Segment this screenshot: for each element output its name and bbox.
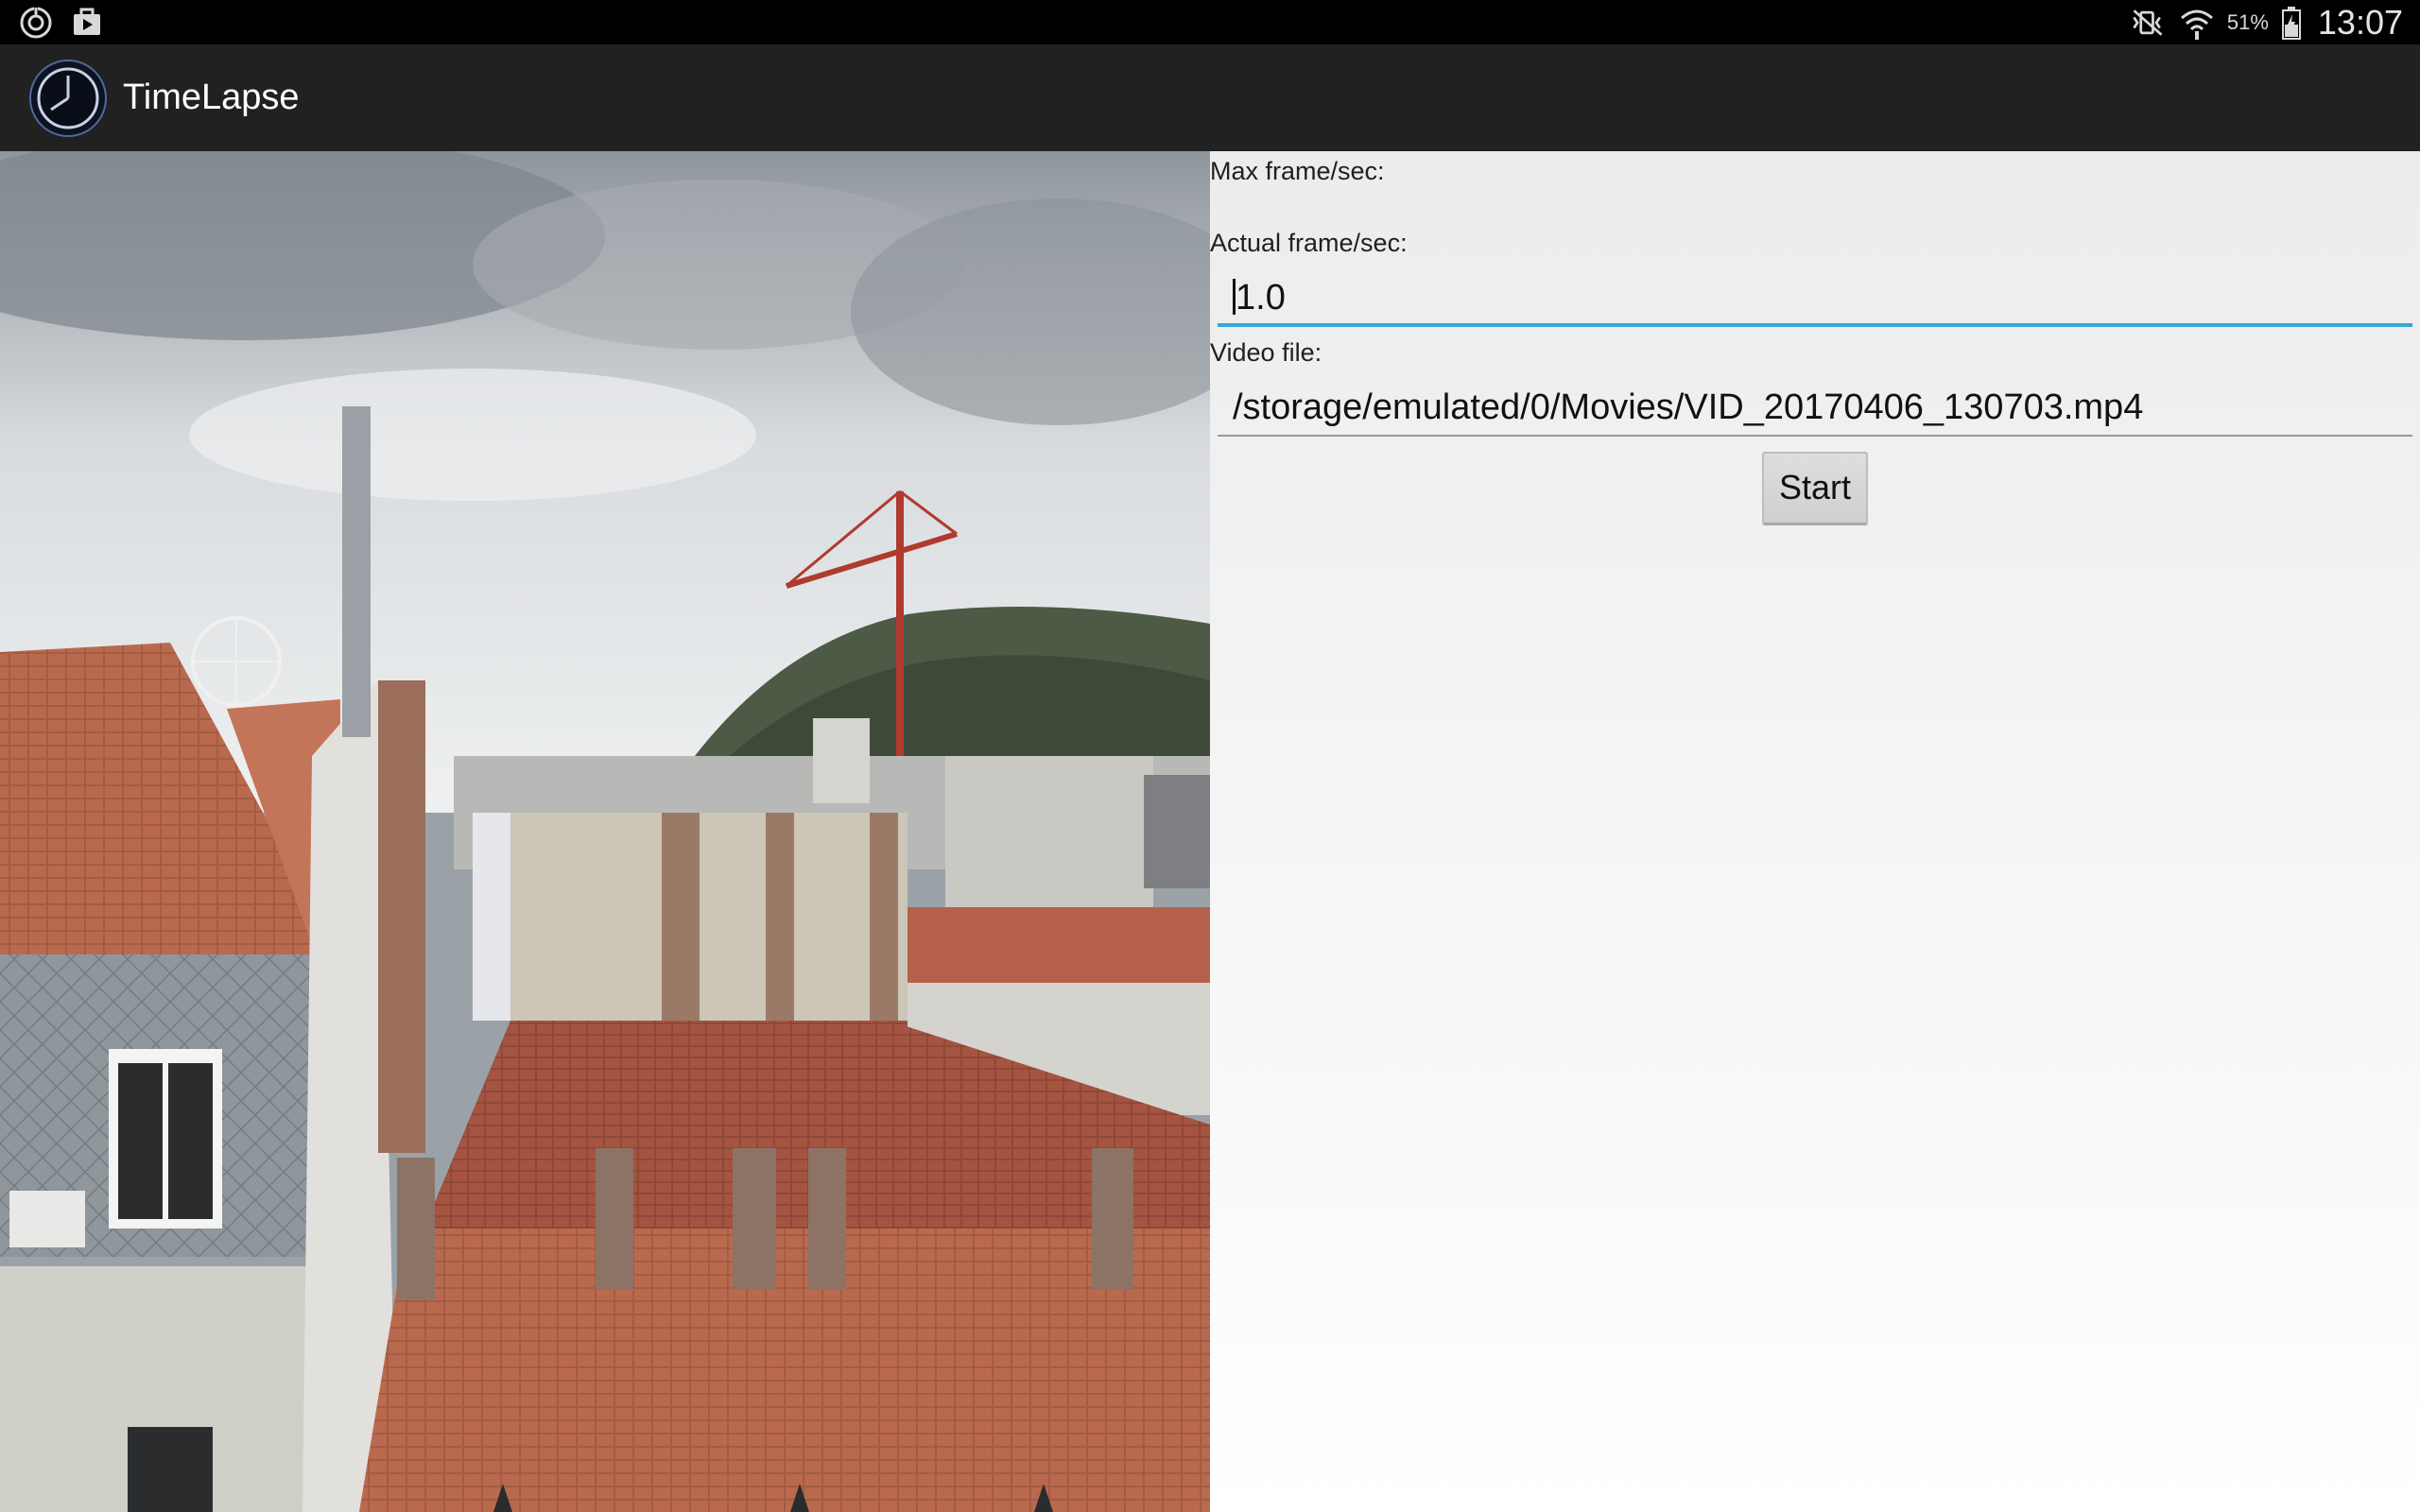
max-fps-label: Max frame/sec: [1210,157,1385,185]
status-right-icons: 51% 13:07 [2129,0,2403,44]
status-left-icons [17,4,106,42]
battery-icon [2280,4,2303,42]
main-content: Max frame/sec: Actual frame/sec: 1.0 Vid… [0,151,2420,1512]
settings-form: Max frame/sec: Actual frame/sec: 1.0 Vid… [1210,151,2420,1512]
video-file-label: Video file: [1210,338,1322,367]
video-file-value: /storage/emulated/0/Movies/VID_20170406_… [1233,387,2144,427]
camera-preview-image [0,151,1210,1512]
video-file-input[interactable]: /storage/emulated/0/Movies/VID_20170406_… [1218,378,2412,437]
timelapse-clock-icon[interactable] [28,59,108,138]
status-bar: 51% 13:07 [0,0,2420,44]
battery-percent: 51% [2226,9,2269,34]
sync-icon [17,4,55,42]
start-button[interactable]: Start [1762,452,1868,525]
wifi-icon [2178,4,2216,42]
action-bar: TimeLapse [0,44,2420,151]
actual-fps-input[interactable]: 1.0 [1218,268,2412,327]
actual-fps-label: Actual frame/sec: [1210,229,1408,257]
actual-fps-value: 1.0 [1236,278,1286,318]
app-title: TimeLapse [123,77,300,117]
notification-bag-icon [68,4,106,42]
clock: 13:07 [2317,2,2403,42]
mute-vibrate-icon [2129,4,2167,42]
camera-preview [0,151,1210,1512]
